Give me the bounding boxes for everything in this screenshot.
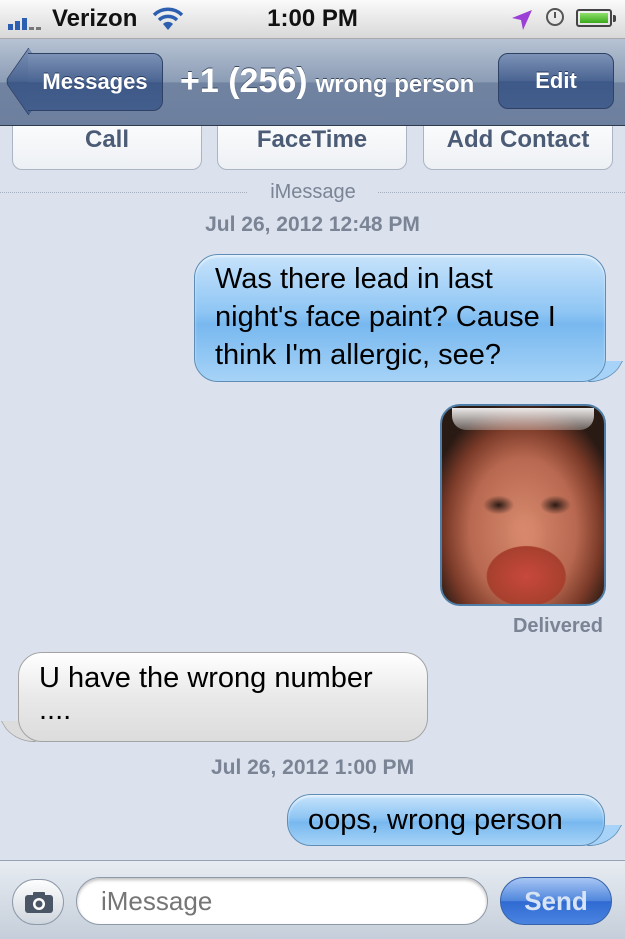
photo-message[interactable] <box>440 404 606 606</box>
timestamp: Jul 26, 2012 1:00 PM <box>210 756 415 779</box>
service-label: iMessage <box>248 181 378 207</box>
composer-bar: Send <box>0 860 625 939</box>
camera-button[interactable] <box>12 879 64 925</box>
contact-subtitle: wrong person <box>315 71 475 98</box>
message-line: U have the wrong number <box>39 662 373 694</box>
edit-button[interactable]: Edit <box>498 53 614 109</box>
timestamp: Jul 26, 2012 12:48 PM <box>205 213 420 236</box>
location-arrow-icon <box>512 10 532 30</box>
incoming-message[interactable]: U have the wrong number .... <box>18 652 428 742</box>
message-line: Was there lead in last <box>215 263 493 295</box>
contact-number: +1 (256) <box>180 62 308 100</box>
delivery-status: Delivered <box>512 615 603 637</box>
message-line: night's face paint? Cause I <box>215 301 556 333</box>
alarm-clock-icon <box>546 8 564 26</box>
status-bar: Verizon 1:00 PM <box>0 0 625 39</box>
message-line: oops, wrong person <box>308 804 563 836</box>
back-button[interactable]: Messages <box>28 53 163 111</box>
conversation-title: +1 (256) wrong person <box>180 53 474 109</box>
back-button-label: Messages <box>42 69 148 94</box>
message-line: think I'm allergic, see? <box>215 339 501 371</box>
outgoing-message[interactable]: oops, wrong person <box>287 794 605 846</box>
camera-icon <box>25 892 53 913</box>
message-input[interactable] <box>76 877 488 925</box>
outgoing-message[interactable]: Was there lead in last night's face pain… <box>194 254 606 382</box>
navigation-bar: Messages +1 (256) wrong person Edit <box>0 39 625 126</box>
photo-gloss <box>452 408 594 430</box>
battery-icon <box>576 9 616 27</box>
send-button[interactable]: Send <box>500 877 612 925</box>
